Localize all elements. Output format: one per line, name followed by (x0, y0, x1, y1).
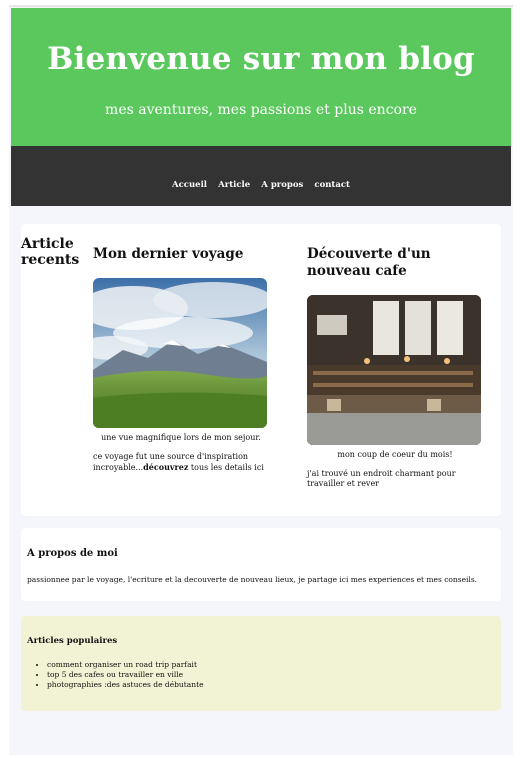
discover-link[interactable]: découvrez (143, 462, 188, 472)
top-divider (9, 5, 513, 7)
page: Bienvenue sur mon blog mes aventures, me… (9, 5, 513, 755)
site-subtitle: mes aventures, mes passions et plus enco… (105, 102, 417, 118)
popular-item[interactable]: photographies :des astuces de débutante (47, 680, 204, 690)
article-caption: une vue magnifique lors de mon sejour. (101, 433, 261, 442)
about-section: A propos de moi passionnee par le voyage… (21, 528, 501, 601)
popular-articles-section: Articles populaires comment organiser un… (21, 616, 501, 711)
nav-item-contact[interactable]: contact (314, 180, 350, 190)
site-header: Bienvenue sur mon blog mes aventures, me… (11, 8, 511, 146)
popular-list: comment organiser un road trip parfait t… (21, 660, 204, 690)
article-description: j'ai trouvé un endroit charmant pour tra… (307, 469, 456, 488)
main-nav: Accueil Article A propos contact (11, 146, 511, 206)
popular-title: Articles populaires (27, 636, 118, 646)
nav-item-article[interactable]: Article (218, 180, 250, 190)
article-caption: mon coup de coeur du mois! (337, 450, 453, 459)
about-text: passionnee par le voyage, l'ecriture et … (27, 575, 478, 584)
mountain-landscape-photo (93, 278, 267, 428)
article-card-cafe[interactable]: Découverte d'un nouveau cafe mon coup de… (307, 246, 483, 489)
recent-articles-section: Article recents Mon dernier voyage une v… (21, 224, 501, 516)
about-title: A propos de moi (27, 548, 118, 559)
recent-articles-heading: Article recents (21, 236, 80, 268)
nav-item-accueil[interactable]: Accueil (172, 180, 207, 190)
cafe-interior-photo (307, 295, 481, 445)
popular-item[interactable]: top 5 des cafes ou travailler en ville (47, 670, 204, 680)
nav-item-a-propos[interactable]: A propos (261, 180, 303, 190)
site-title: Bienvenue sur mon blog (47, 41, 475, 77)
popular-item[interactable]: comment organiser un road trip parfait (47, 660, 204, 670)
article-description: ce voyage fut une source d'inspiration i… (93, 452, 264, 472)
article-title[interactable]: Découverte d'un nouveau cafe (307, 246, 483, 280)
article-card-voyage[interactable]: Mon dernier voyage une vue magnifique lo… (93, 246, 269, 473)
article-title[interactable]: Mon dernier voyage (93, 246, 269, 263)
